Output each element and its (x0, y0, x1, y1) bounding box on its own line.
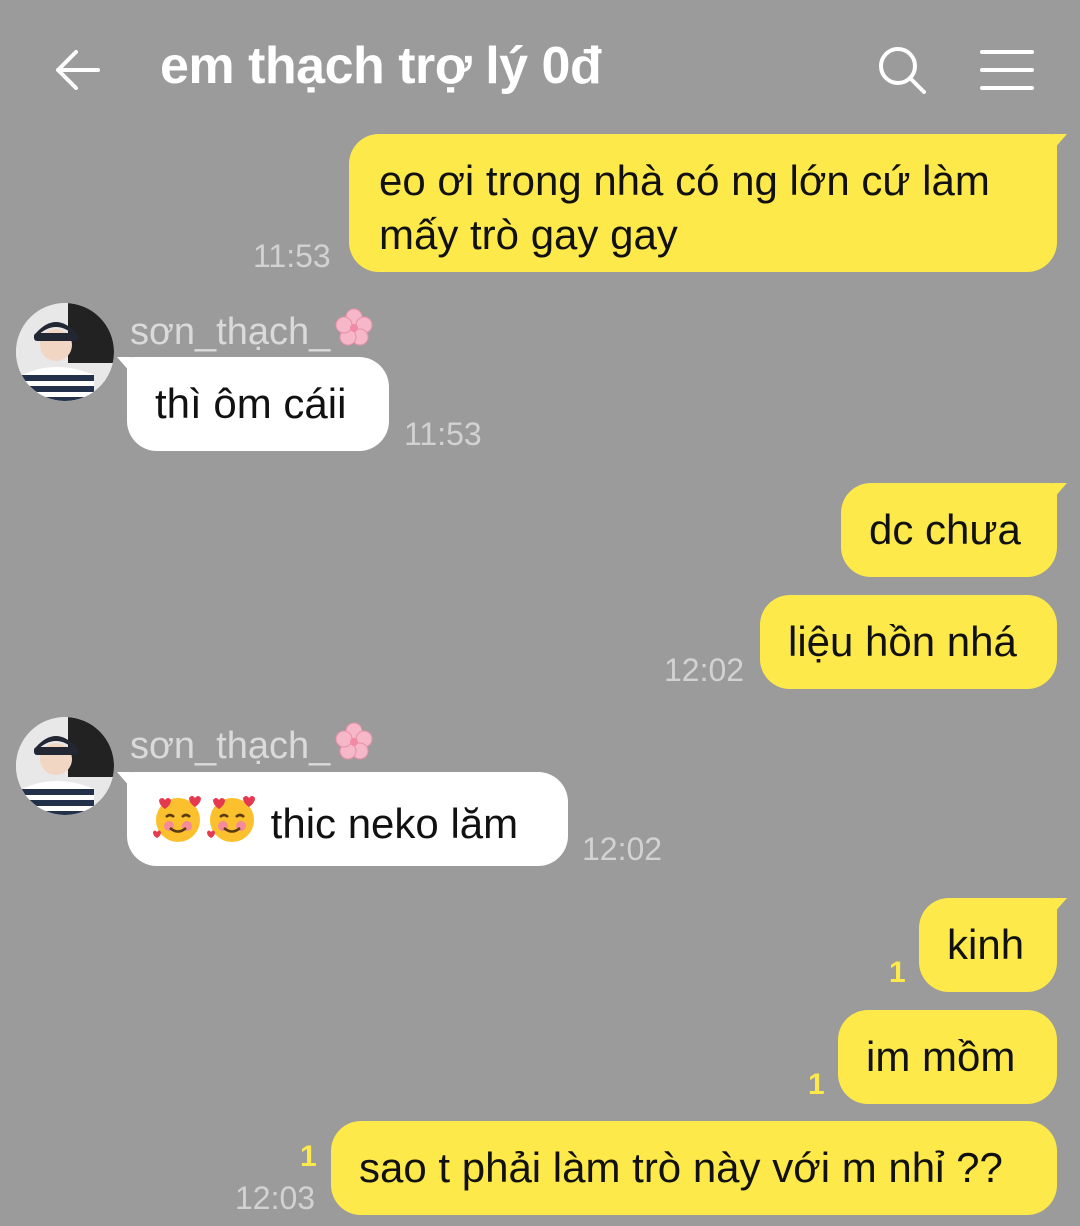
message-timestamp: 11:53 (253, 238, 331, 274)
cherry-blossom-icon (332, 306, 376, 360)
smiling-face-with-hearts-icon (151, 792, 205, 859)
message-bubble-outgoing[interactable]: dc chưa (841, 483, 1067, 577)
search-button[interactable] (872, 40, 932, 100)
message-text: liệu hồn nhá (788, 618, 1017, 665)
chat-screen: em thạch trợ lý 0đ eo ơi trong nhà có ng… (0, 0, 1080, 1226)
avatar-photo-icon (16, 717, 114, 815)
message-text: kinh (947, 921, 1025, 968)
sender-name: sơn_thạch_ (130, 720, 376, 774)
avatar[interactable] (16, 717, 114, 815)
back-button[interactable] (48, 40, 108, 100)
message-bubble-outgoing[interactable]: im mồm (838, 1010, 1057, 1104)
message-timestamp: 12:02 (664, 652, 745, 688)
avatar[interactable] (16, 303, 114, 401)
message-text: thic neko lăm (270, 800, 519, 847)
avatar-photo-icon (16, 303, 114, 401)
hamburger-menu-icon (980, 50, 1034, 90)
message-text: dc chưa (869, 506, 1021, 553)
message-line: mấy trò gay gay (379, 211, 678, 258)
message-line: eo ơi trong nhà có ng lớn cứ làm (379, 157, 990, 204)
message-bubble-outgoing[interactable]: eo ơi trong nhà có ng lớn cứ làm mấy trò… (349, 134, 1067, 272)
menu-button[interactable] (976, 40, 1038, 100)
message-bubble-outgoing[interactable]: liệu hồn nhá (760, 595, 1057, 689)
sender-name: sơn_thạch_ (130, 306, 376, 360)
unread-count: 1 (300, 1140, 317, 1173)
message-text: sao t phải làm trò này với m nhỉ ?? (359, 1144, 1003, 1191)
message-timestamp: 12:02 (582, 831, 663, 867)
message-bubble-incoming[interactable]: thì ôm cáii (117, 357, 389, 451)
sender-name-label: sơn_thạch_ (130, 311, 331, 353)
chat-header: em thạch trợ lý 0đ (0, 0, 1080, 130)
sender-name-label: sơn_thạch_ (130, 725, 331, 767)
unread-count: 1 (889, 956, 906, 989)
message-bubble-outgoing[interactable]: kinh (919, 898, 1067, 992)
message-text: thì ôm cáii (155, 380, 347, 427)
message-bubble-incoming[interactable]: thic neko lăm (117, 772, 568, 866)
message-bubble-outgoing[interactable]: sao t phải làm trò này với m nhỉ ?? (331, 1121, 1057, 1215)
unread-count: 1 (808, 1068, 825, 1101)
arrow-left-icon (56, 50, 100, 90)
message-timestamp: 12:03 (235, 1180, 316, 1216)
message-text: im mồm (866, 1033, 1016, 1080)
smiling-face-with-hearts-icon (205, 792, 259, 859)
cherry-blossom-icon (332, 720, 376, 774)
chat-title: em thạch trợ lý 0đ (160, 37, 602, 95)
search-icon (879, 47, 926, 94)
message-timestamp: 11:53 (404, 416, 482, 452)
